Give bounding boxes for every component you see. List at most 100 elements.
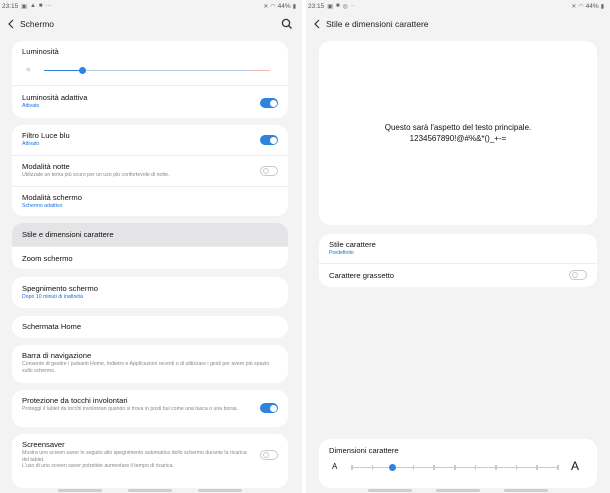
font-size-tick[interactable] — [351, 464, 353, 470]
zoom-row[interactable]: Zoom schermo — [12, 246, 288, 269]
font-size-tick[interactable] — [474, 464, 477, 470]
brightness-row: Luminosità ☼ — [12, 41, 288, 85]
display-mode-card: Filtro Luce blu Attivato Modalità notte … — [12, 125, 288, 216]
navbar-card: Barra di navigazione Consente di gestire… — [12, 345, 288, 383]
font-zoom-card: Stile e dimensioni carattere Zoom scherm… — [12, 223, 288, 269]
zoom-title: Zoom schermo — [22, 254, 73, 263]
font-style-status: Predefinito — [329, 250, 354, 256]
font-style-card: Stile carattere Predefinito Carattere gr… — [319, 234, 597, 287]
chevron-left-icon — [8, 19, 14, 29]
timeout-status: Dopo 10 minuti di inattività — [22, 294, 83, 300]
screensaver-desc2: L'uso di uno screen saver potrebbe aumen… — [22, 463, 174, 469]
font-size-tick[interactable] — [371, 464, 374, 470]
app-bar: Stile e dimensioni carattere — [306, 12, 610, 36]
screensaver-title: Screensaver — [22, 440, 65, 449]
font-size-tick[interactable] — [433, 464, 435, 470]
navbar-row[interactable]: Barra di navigazione Consente di gestire… — [12, 345, 288, 383]
display-settings-panel: 23:15 ▣ ▲ ■ ··· ✕ ◠ 44% ▮ Schermo Lumino… — [0, 0, 302, 493]
blue-light-title: Filtro Luce blu — [22, 131, 70, 140]
font-size-tick[interactable] — [495, 464, 497, 470]
preview-line-1: Questo sarà l'aspetto del testo principa… — [384, 123, 532, 132]
font-size-tick[interactable] — [454, 464, 456, 470]
page-title: Stile e dimensioni carattere — [326, 19, 429, 29]
blue-light-row[interactable]: Filtro Luce blu Attivato — [12, 125, 288, 155]
screensaver-card: Screensaver Mostra uno screen saver in s… — [12, 434, 288, 488]
font-size-card: Dimensioni carattere A A — [319, 439, 597, 488]
gallery-icon: ▣ — [327, 3, 333, 10]
blue-light-toggle[interactable] — [260, 135, 278, 145]
back-button[interactable] — [6, 17, 16, 31]
home-title: Schermata Home — [22, 322, 82, 331]
mute-icon: ✕ — [571, 3, 577, 10]
font-size-title: Dimensioni carattere — [329, 446, 399, 455]
brightness-fill — [44, 69, 83, 72]
accidental-desc: Proteggi il tablet da tocchi involontari… — [22, 406, 238, 412]
screensaver-desc1: Mostra uno screen saver in seguito allo … — [22, 450, 247, 463]
brightness-track-end — [252, 69, 270, 72]
nav-home-button[interactable] — [128, 489, 172, 492]
accidental-toggle[interactable] — [260, 403, 278, 413]
font-size-tick[interactable] — [515, 464, 518, 470]
nav-home-button[interactable] — [436, 489, 480, 492]
screen-mode-status: Schermo adattivo — [22, 203, 63, 209]
screensaver-row[interactable]: Screensaver Mostra uno screen saver in s… — [12, 434, 288, 488]
night-mode-title: Modalità notte — [22, 162, 70, 171]
font-size-tick[interactable] — [557, 464, 559, 470]
photo-icon: ■ — [335, 3, 340, 9]
sun-icon: ☼ — [25, 66, 32, 73]
warning-icon: ▲ — [29, 3, 36, 9]
brightness-label: Luminosità — [22, 47, 59, 56]
accidental-row[interactable]: Protezione da tocchi involontari Protegg… — [12, 390, 288, 427]
mute-icon: ✕ — [263, 3, 269, 10]
accidental-title: Protezione da tocchi involontari — [22, 396, 128, 405]
bold-row[interactable]: Carattere grassetto — [319, 263, 597, 287]
page-title: Schermo — [20, 19, 55, 29]
bold-title: Carattere grassetto — [329, 271, 394, 280]
status-bar: 23:15 ▣ ▲ ■ ··· ✕ ◠ 44% ▮ — [0, 0, 302, 12]
brightness-thumb[interactable] — [78, 66, 86, 74]
preview-line-2: 1234567890!@#%&*()_+-= — [409, 134, 507, 143]
timeout-card: Spegnimento schermo Dopo 10 minuti di in… — [12, 277, 288, 308]
nav-recent-button[interactable] — [368, 489, 412, 492]
font-settings-panel: 23:15 ▣ ■ ◎ ·· ✕ ◠ 44% ▮ Stile e dimensi… — [306, 0, 610, 493]
screen-mode-title: Modalità schermo — [22, 193, 82, 202]
nav-recent-button[interactable] — [58, 489, 102, 492]
nav-back-button[interactable] — [504, 489, 548, 492]
adaptive-brightness-status: Attivato — [22, 103, 40, 109]
font-style-row[interactable]: Stile e dimensioni carattere — [12, 223, 288, 246]
font-size-tick[interactable] — [412, 464, 415, 470]
status-bar: 23:15 ▣ ■ ◎ ·· ✕ ◠ 44% ▮ — [306, 0, 610, 12]
blue-light-status: Attivato — [22, 141, 40, 147]
more-icon: ·· — [350, 3, 355, 9]
gallery-icon: ▣ — [21, 3, 27, 10]
adaptive-brightness-row[interactable]: Luminosità adattiva Attivato — [12, 85, 288, 118]
back-button[interactable] — [312, 17, 322, 31]
timeout-row[interactable]: Spegnimento schermo Dopo 10 minuti di in… — [12, 277, 288, 308]
font-size-thumb[interactable] — [388, 463, 396, 471]
accidental-card: Protezione da tocchi involontari Protegg… — [12, 390, 288, 427]
navbar-desc: Consente di gestire i pulsanti Home, Ind… — [22, 361, 270, 374]
bold-toggle[interactable] — [569, 270, 587, 280]
font-preview-card: Questo sarà l'aspetto del testo principa… — [319, 41, 597, 225]
nav-back-button[interactable] — [198, 489, 242, 492]
status-time: 23:15 — [2, 2, 19, 10]
font-style-row[interactable]: Stile carattere Predefinito — [319, 234, 597, 263]
battery-level: 44% — [277, 2, 291, 10]
status-time: 23:15 — [308, 2, 325, 10]
night-mode-toggle[interactable] — [260, 166, 278, 176]
night-mode-row[interactable]: Modalità notte Utilizzate un tema più sc… — [12, 155, 288, 186]
home-row[interactable]: Schermata Home — [12, 316, 288, 338]
adaptive-brightness-toggle[interactable] — [260, 98, 278, 108]
screen-mode-row[interactable]: Modalità schermo Schermo adattivo — [12, 186, 288, 216]
search-icon — [281, 18, 292, 29]
battery-icon: ▮ — [292, 3, 296, 10]
font-size-tick[interactable] — [536, 464, 538, 470]
font-size-large-label: A — [571, 459, 580, 473]
timeout-title: Spegnimento schermo — [22, 284, 98, 293]
app-bar: Schermo — [0, 12, 302, 36]
adaptive-brightness-title: Luminosità adattiva — [22, 93, 88, 102]
brightness-card: Luminosità ☼ Luminosità adattiva Attivat… — [12, 41, 288, 118]
font-style-title: Stile carattere — [329, 240, 376, 249]
screensaver-toggle[interactable] — [260, 450, 278, 460]
search-button[interactable] — [280, 17, 294, 31]
